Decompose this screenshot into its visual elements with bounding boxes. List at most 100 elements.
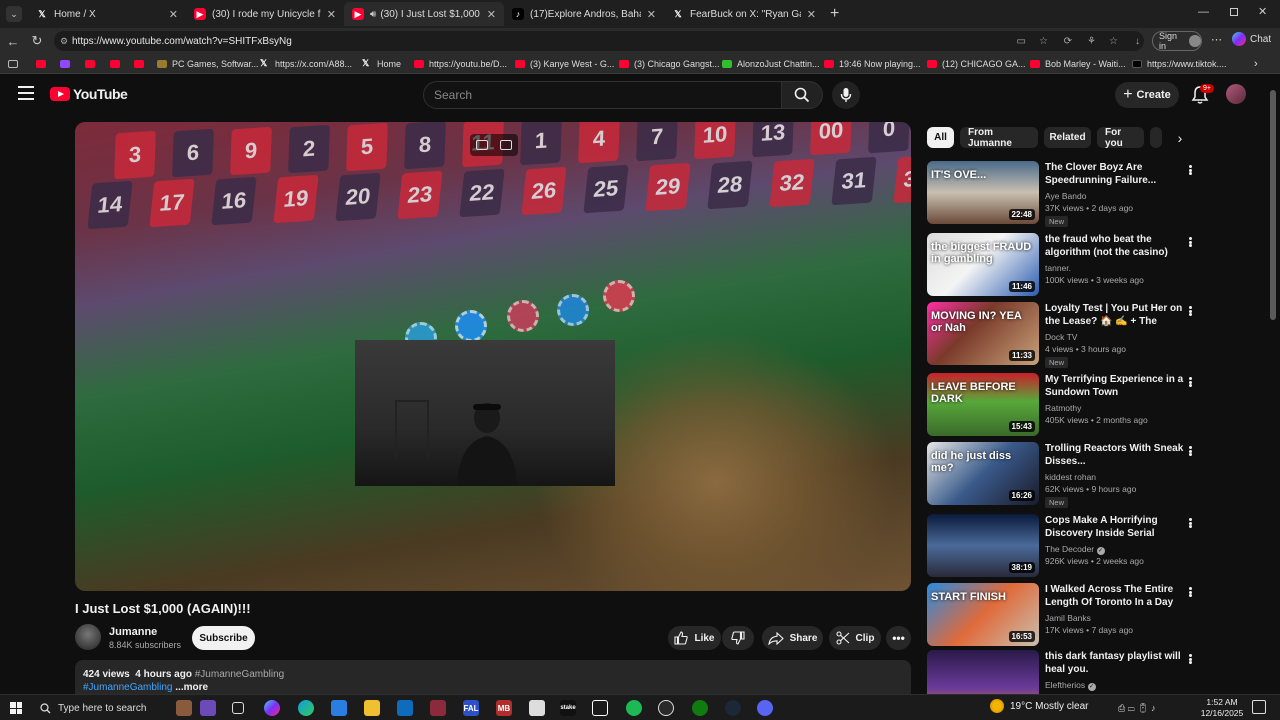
browser-tab[interactable]: 𝕏 Home / X ✕ bbox=[28, 2, 186, 26]
recommended-channel-name[interactable]: The Decoder ✓ bbox=[1045, 544, 1105, 555]
hamburger-menu-icon[interactable] bbox=[18, 86, 34, 100]
scrollbar-thumb[interactable] bbox=[1270, 90, 1276, 320]
more-vertical-icon[interactable] bbox=[1185, 304, 1195, 318]
recommended-video[interactable]: START FINISH 16:53 I Walked Across The Ent… bbox=[927, 583, 1267, 647]
like-button[interactable]: Like bbox=[668, 626, 721, 650]
app-icon[interactable] bbox=[592, 700, 608, 716]
more-vertical-icon[interactable] bbox=[1185, 652, 1195, 666]
minimize-icon[interactable]: — bbox=[1198, 6, 1209, 18]
bookmark-item[interactable]: Bob Marley - Waiti... bbox=[1030, 56, 1126, 71]
miniplayer-icon[interactable] bbox=[476, 140, 488, 150]
close-tab-icon[interactable]: ✕ bbox=[327, 8, 336, 21]
voice-search-button[interactable] bbox=[832, 81, 860, 109]
channel-avatar[interactable] bbox=[75, 624, 101, 650]
recommended-channel-name[interactable]: Jamil Banks bbox=[1045, 613, 1091, 623]
close-tab-icon[interactable]: ✕ bbox=[169, 8, 178, 21]
game-app-icon[interactable]: FAL bbox=[463, 700, 479, 716]
recommended-video-title[interactable]: Trolling Reactors With Sneak Disses... bbox=[1045, 442, 1185, 468]
bookmark-item[interactable]: (3) Chicago Gangst... bbox=[619, 56, 720, 71]
chip-all[interactable]: All bbox=[927, 127, 954, 148]
recommended-video-title[interactable]: this dark fantasy playlist will heal you… bbox=[1045, 650, 1185, 676]
chip-related[interactable]: Related bbox=[1044, 127, 1091, 148]
bookmark-item[interactable] bbox=[85, 56, 100, 71]
more-vertical-icon[interactable] bbox=[1185, 585, 1195, 599]
close-tab-icon[interactable]: ✕ bbox=[647, 8, 656, 21]
video-thumbnail[interactable]: 38:19 bbox=[927, 514, 1039, 577]
site-info-icon[interactable]: ⚙ bbox=[60, 36, 68, 47]
more-actions-button[interactable]: ••• bbox=[886, 626, 911, 650]
close-tab-icon[interactable]: ✕ bbox=[807, 8, 816, 21]
search-highlight-icon[interactable] bbox=[176, 700, 192, 716]
new-tab-icon[interactable]: + bbox=[830, 5, 839, 23]
more-vertical-icon[interactable] bbox=[1185, 235, 1195, 249]
discord-icon[interactable] bbox=[757, 700, 773, 716]
recommended-video[interactable]: 38:19 Cops Make A Horrifying Discovery In… bbox=[927, 514, 1267, 578]
wizard-hat-icon[interactable] bbox=[200, 700, 216, 716]
video-thumbnail[interactable]: START FINISH 16:53 bbox=[927, 583, 1039, 646]
recommended-video-title[interactable]: The Clover Boyz Are Speedrunning Failure… bbox=[1045, 161, 1185, 187]
bookmark-item[interactable] bbox=[110, 56, 125, 71]
queue-icon[interactable] bbox=[500, 140, 512, 150]
video-thumbnail[interactable]: MOVING IN? YEA or Nah 11:33 bbox=[927, 302, 1039, 365]
chevron-right-icon[interactable]: › bbox=[1170, 128, 1190, 148]
task-view-icon[interactable] bbox=[232, 702, 244, 714]
recommended-channel-name[interactable]: tanner. bbox=[1045, 263, 1071, 273]
close-tab-icon[interactable]: ✕ bbox=[487, 8, 496, 21]
favorites-icon[interactable]: ☆ bbox=[1109, 36, 1118, 47]
clip-button[interactable]: Clip bbox=[829, 626, 881, 650]
bookmark-item[interactable]: https://www.tiktok.... bbox=[1132, 56, 1227, 71]
video-thumbnail[interactable]: did he just diss me? 16:26 bbox=[927, 442, 1039, 505]
close-window-icon[interactable]: ✕ bbox=[1258, 5, 1267, 18]
obs-icon[interactable] bbox=[658, 700, 674, 716]
speaker-icon[interactable]: 🔊︎ bbox=[370, 9, 376, 20]
sign-in-button[interactable]: Sign in bbox=[1152, 31, 1202, 51]
recommended-channel-name[interactable]: Dock TV bbox=[1045, 332, 1077, 342]
app-icon[interactable] bbox=[529, 700, 545, 716]
taskbar-search-box[interactable]: Type here to search bbox=[32, 698, 224, 718]
bookmark-item[interactable]: 𝕏 Home bbox=[362, 56, 401, 71]
address-bar[interactable]: ⚙ https://www.youtube.com/watch?v=SHITFx… bbox=[54, 31, 1144, 51]
app-install-icon[interactable]: ▭ bbox=[1017, 36, 1026, 47]
video-thumbnail[interactable]: LEAVE BEFORE DARK 15:43 bbox=[927, 373, 1039, 436]
recommended-video[interactable]: LEAVE BEFORE DARK 15:43 My Terrifying Expe… bbox=[927, 373, 1267, 437]
copilot-chat-button[interactable]: Chat bbox=[1232, 32, 1271, 46]
notification-center-icon[interactable] bbox=[1252, 700, 1266, 714]
bookmark-item[interactable]: AlonzoJust Chattin... bbox=[722, 56, 820, 71]
browser-tab[interactable]: ▶ (30) I rode my Unicycle from NYC ✕ bbox=[186, 2, 344, 26]
download-icon[interactable]: ↓ bbox=[1135, 36, 1140, 47]
dislike-button[interactable] bbox=[722, 626, 754, 650]
more-vertical-icon[interactable] bbox=[1185, 444, 1195, 458]
bookmark-item[interactable]: (3) Kanye West - G... bbox=[515, 56, 614, 71]
browser-tab[interactable]: 𝕏 FearBuck on X: "Ryan Garcia accide ✕ bbox=[664, 2, 824, 26]
recommended-video[interactable]: the biggest FRAUD in gambling 11:46 the fr… bbox=[927, 233, 1267, 297]
more-vertical-icon[interactable] bbox=[1185, 516, 1195, 530]
create-button[interactable]: + Create bbox=[1115, 82, 1179, 108]
xbox-icon[interactable] bbox=[692, 700, 708, 716]
more-menu-icon[interactable]: ⋯ bbox=[1211, 33, 1222, 46]
search-input[interactable]: Search bbox=[423, 81, 782, 109]
bookmark-item[interactable]: PC Games, Softwar... bbox=[157, 56, 259, 71]
recommended-channel-name[interactable]: Eleftherios ✓ bbox=[1045, 680, 1096, 691]
youtube-logo[interactable]: YouTube bbox=[50, 86, 128, 102]
recommended-video-title[interactable]: My Terrifying Experience in a Sundown To… bbox=[1045, 373, 1185, 399]
search-button[interactable] bbox=[781, 81, 823, 109]
bookmark-star-icon[interactable]: ☆ bbox=[1039, 36, 1048, 47]
chip-partial[interactable] bbox=[1150, 127, 1162, 148]
recommended-channel-name[interactable]: Ratmothy bbox=[1045, 403, 1081, 413]
bookmarks-folder-icon[interactable] bbox=[8, 56, 18, 71]
extension-puzzle-icon[interactable]: ⚘ bbox=[1087, 36, 1096, 47]
browser-tab[interactable]: ♪ (17)Explore Andros, Bahamas: Blu ✕ bbox=[504, 2, 664, 26]
bookmark-item[interactable] bbox=[36, 56, 51, 71]
recommended-channel-name[interactable]: kiddest rohan bbox=[1045, 472, 1096, 482]
bookmark-item[interactable] bbox=[60, 56, 75, 71]
video-thumbnail[interactable]: the biggest FRAUD in gambling 11:46 bbox=[927, 233, 1039, 296]
channel-name[interactable]: Jumanne bbox=[109, 626, 157, 638]
edge-browser-icon[interactable] bbox=[298, 700, 314, 716]
outlook-icon[interactable] bbox=[397, 700, 413, 716]
recommended-video-title[interactable]: Cops Make A Horrifying Discovery Inside … bbox=[1045, 514, 1185, 541]
video-player[interactable]: 3692581114710130001417161920232226252928… bbox=[75, 122, 911, 591]
file-explorer-icon[interactable] bbox=[364, 700, 380, 716]
account-avatar[interactable] bbox=[1226, 84, 1246, 104]
bookmark-item[interactable]: 19:46 Now playing... bbox=[824, 56, 921, 71]
tab-search-dropdown[interactable]: ⌄ bbox=[6, 6, 22, 22]
